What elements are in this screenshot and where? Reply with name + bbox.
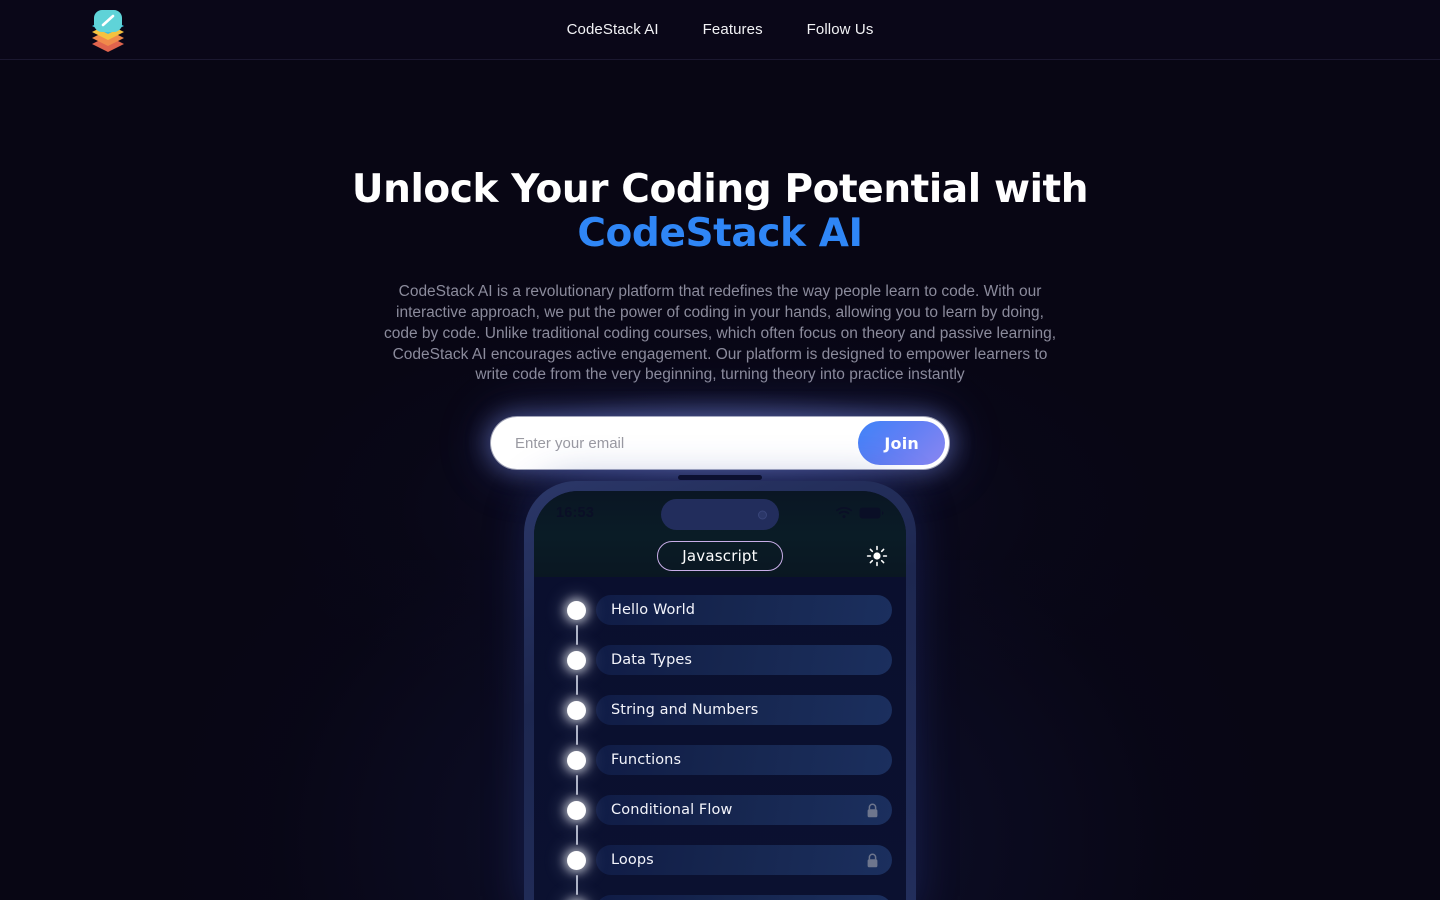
lesson-pill[interactable]: Data Types <box>596 645 892 676</box>
site-header: CodeStack AI Features Follow Us <box>0 0 1440 60</box>
lesson-node-marker[interactable] <box>567 850 586 870</box>
front-camera-icon <box>758 510 767 520</box>
lock-icon <box>866 803 879 818</box>
lesson-node-marker[interactable] <box>567 800 586 820</box>
page-title: Unlock Your Coding Potential with CodeSt… <box>0 167 1440 257</box>
lesson-connector <box>575 875 578 896</box>
lesson-title: String and Numbers <box>611 702 759 719</box>
lesson-row[interactable]: Conditional Flow <box>548 795 892 826</box>
lesson-node-marker[interactable] <box>567 700 586 720</box>
lesson-path-list: Hello World Data Types String and Number… <box>534 577 906 900</box>
signup-field-group: Join <box>491 417 949 470</box>
lesson-node-marker[interactable] <box>567 750 586 770</box>
lesson-pill[interactable]: Functions <box>596 745 892 776</box>
email-signup: Join <box>469 391 971 496</box>
lesson-pill[interactable]: Conditional Flow <box>596 795 892 826</box>
phone-status-bar: 16:53 <box>534 491 906 536</box>
phone-screen: 16:53 Javascript Hello World Data Types … <box>534 491 906 900</box>
lesson-row[interactable]: String and Numbers <box>548 695 892 726</box>
wifi-icon <box>836 507 852 519</box>
lesson-pill[interactable]: String and Numbers <box>596 695 892 726</box>
status-indicators <box>836 507 884 519</box>
hero-section: Unlock Your Coding Potential with CodeSt… <box>0 60 1440 496</box>
lesson-connector <box>575 675 578 696</box>
lesson-title: Hello World <box>611 602 696 619</box>
lesson-row[interactable]: Data Types <box>548 645 892 676</box>
headline-line-2-accent: CodeStack AI <box>577 211 863 257</box>
lesson-node-marker[interactable] <box>567 650 586 670</box>
landing-page: CodeStack AI Features Follow Us Unlock Y… <box>0 0 1440 900</box>
lesson-row[interactable]: Functions <box>548 745 892 776</box>
app-top-bar: Javascript <box>534 535 906 578</box>
lesson-title: Conditional Flow <box>611 802 733 819</box>
main-nav: CodeStack AI Features Follow Us <box>0 21 1440 38</box>
status-time: 16:53 <box>556 505 595 522</box>
phone-speaker-slot <box>678 475 762 481</box>
lesson-title: Functions <box>611 752 682 769</box>
lesson-row[interactable] <box>548 895 892 900</box>
nav-link-codestack-ai[interactable]: CodeStack AI <box>567 21 659 38</box>
lesson-connector <box>575 775 578 796</box>
hero-description: CodeStack AI is a revolutionary platform… <box>383 283 1057 384</box>
nav-link-follow-us[interactable]: Follow Us <box>807 21 874 38</box>
lesson-connector <box>575 625 578 646</box>
lesson-connector <box>575 825 578 846</box>
lesson-pill[interactable]: Hello World <box>596 595 892 626</box>
lock-icon <box>866 853 879 868</box>
language-selector-pill[interactable]: Javascript <box>657 541 783 572</box>
email-input[interactable] <box>491 417 859 470</box>
nav-link-features[interactable]: Features <box>703 21 763 38</box>
lesson-pill[interactable] <box>596 895 892 900</box>
dynamic-island <box>661 499 779 531</box>
phone-mockup: 16:53 Javascript Hello World Data Types … <box>524 475 916 900</box>
lesson-connector <box>575 725 578 746</box>
sun-icon[interactable] <box>866 545 888 567</box>
lesson-title: Data Types <box>611 652 693 669</box>
lesson-title: Loops <box>611 852 654 869</box>
join-button[interactable]: Join <box>858 421 945 466</box>
lesson-row[interactable]: Hello World <box>548 595 892 626</box>
lesson-node-marker[interactable] <box>567 600 586 620</box>
lesson-row[interactable]: Loops <box>548 845 892 876</box>
battery-icon <box>859 507 884 519</box>
headline-line-1: Unlock Your Coding Potential with <box>351 167 1089 212</box>
lesson-pill[interactable]: Loops <box>596 845 892 876</box>
